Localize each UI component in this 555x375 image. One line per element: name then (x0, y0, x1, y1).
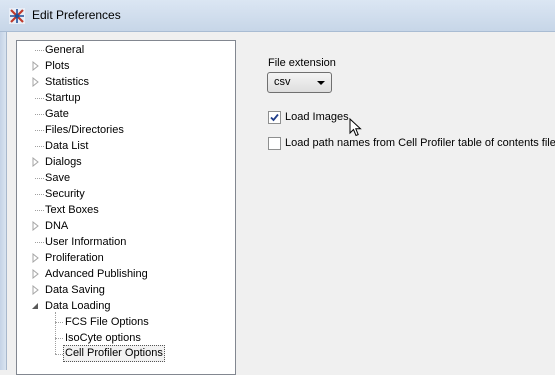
tree-item-label: User Information (45, 236, 127, 248)
tree-item-label: Files/Directories (45, 124, 124, 136)
tree-item-label: FCS File Options (65, 316, 149, 328)
tree-item-label: Data Loading (45, 300, 111, 312)
tree-subitem[interactable]: Cell Profiler Options (17, 345, 235, 362)
chevron-down-icon (317, 81, 325, 85)
tree-item[interactable]: Text Boxes (17, 202, 235, 218)
file-extension-label: File extension (268, 57, 336, 69)
tree-item-label: Cell Profiler Options (63, 345, 165, 362)
tree-expanded-icon[interactable] (31, 301, 40, 311)
tree-item[interactable]: Proliferation (17, 250, 235, 266)
tree-item-label: Statistics (45, 76, 90, 88)
tree-item-label: Save (45, 172, 71, 184)
tree-item-label: Data Saving (45, 284, 105, 296)
preferences-tree[interactable]: General Plots Statistics Startup Gate Files/D… (16, 40, 236, 375)
tree-item-label: Proliferation (45, 252, 104, 264)
tree-item-label: Text Boxes (45, 204, 99, 216)
tree-subitem[interactable]: IsoCyte options (17, 330, 235, 346)
tree-item[interactable]: General (17, 42, 235, 58)
app-logo-icon (9, 8, 25, 24)
tree-item[interactable]: Advanced Publishing (17, 266, 235, 282)
tree-collapsed-icon[interactable] (31, 157, 40, 167)
tree-item-label: Security (45, 188, 85, 200)
tree-item-label: Gate (45, 108, 69, 120)
tree-connector (55, 322, 63, 323)
tree-item[interactable]: Security (17, 186, 235, 202)
load-path-names-checkbox[interactable] (268, 137, 281, 150)
title-bar: Edit Preferences (0, 0, 555, 32)
tree-collapsed-icon[interactable] (31, 77, 40, 87)
tree-item-label: IsoCyte options (65, 332, 141, 344)
tree-item-label: Advanced Publishing (45, 268, 148, 280)
mouse-pointer-icon (349, 118, 362, 137)
tree-connector (55, 338, 63, 339)
tree-item[interactable]: Plots (17, 58, 235, 74)
load-path-names-label: Load path names from Cell Profiler table… (285, 137, 555, 149)
tree-connector-vertical (55, 312, 56, 354)
tree-subitem[interactable]: FCS File Options (17, 314, 235, 330)
tree-item-label: Plots (45, 60, 70, 72)
tree-item[interactable]: Gate (17, 106, 235, 122)
tree-collapsed-icon[interactable] (31, 221, 40, 231)
tree-item[interactable]: Dialogs (17, 154, 235, 170)
tree-item[interactable]: Data Saving (17, 282, 235, 298)
file-extension-dropdown[interactable]: csv (267, 72, 332, 93)
load-images-label: Load Images (285, 111, 349, 123)
file-extension-value: csv (274, 76, 291, 88)
window-frame-edge (0, 32, 7, 370)
load-images-checkbox[interactable] (268, 111, 281, 124)
tree-item-label: DNA (45, 220, 69, 232)
tree-collapsed-icon[interactable] (31, 61, 40, 71)
checkmark-icon (270, 113, 279, 122)
tree-item[interactable]: Data Loading (17, 298, 235, 314)
tree-item[interactable]: Files/Directories (17, 122, 235, 138)
tree-item-label: Dialogs (45, 156, 82, 168)
tree-item-label: Startup (45, 92, 81, 104)
window-title: Edit Preferences (32, 8, 121, 22)
tree-item[interactable]: Data List (17, 138, 235, 154)
tree-collapsed-icon[interactable] (31, 269, 40, 279)
tree-collapsed-icon[interactable] (31, 285, 40, 295)
tree-item[interactable]: Statistics (17, 74, 235, 90)
tree-connector (55, 354, 63, 355)
tree-item[interactable]: User Information (17, 234, 235, 250)
tree-item[interactable]: Startup (17, 90, 235, 106)
tree-item[interactable]: Save (17, 170, 235, 186)
tree-item-label: General (45, 44, 85, 56)
tree-collapsed-icon[interactable] (31, 253, 40, 263)
tree-item[interactable]: DNA (17, 218, 235, 234)
tree-item-label: Data List (45, 140, 89, 152)
